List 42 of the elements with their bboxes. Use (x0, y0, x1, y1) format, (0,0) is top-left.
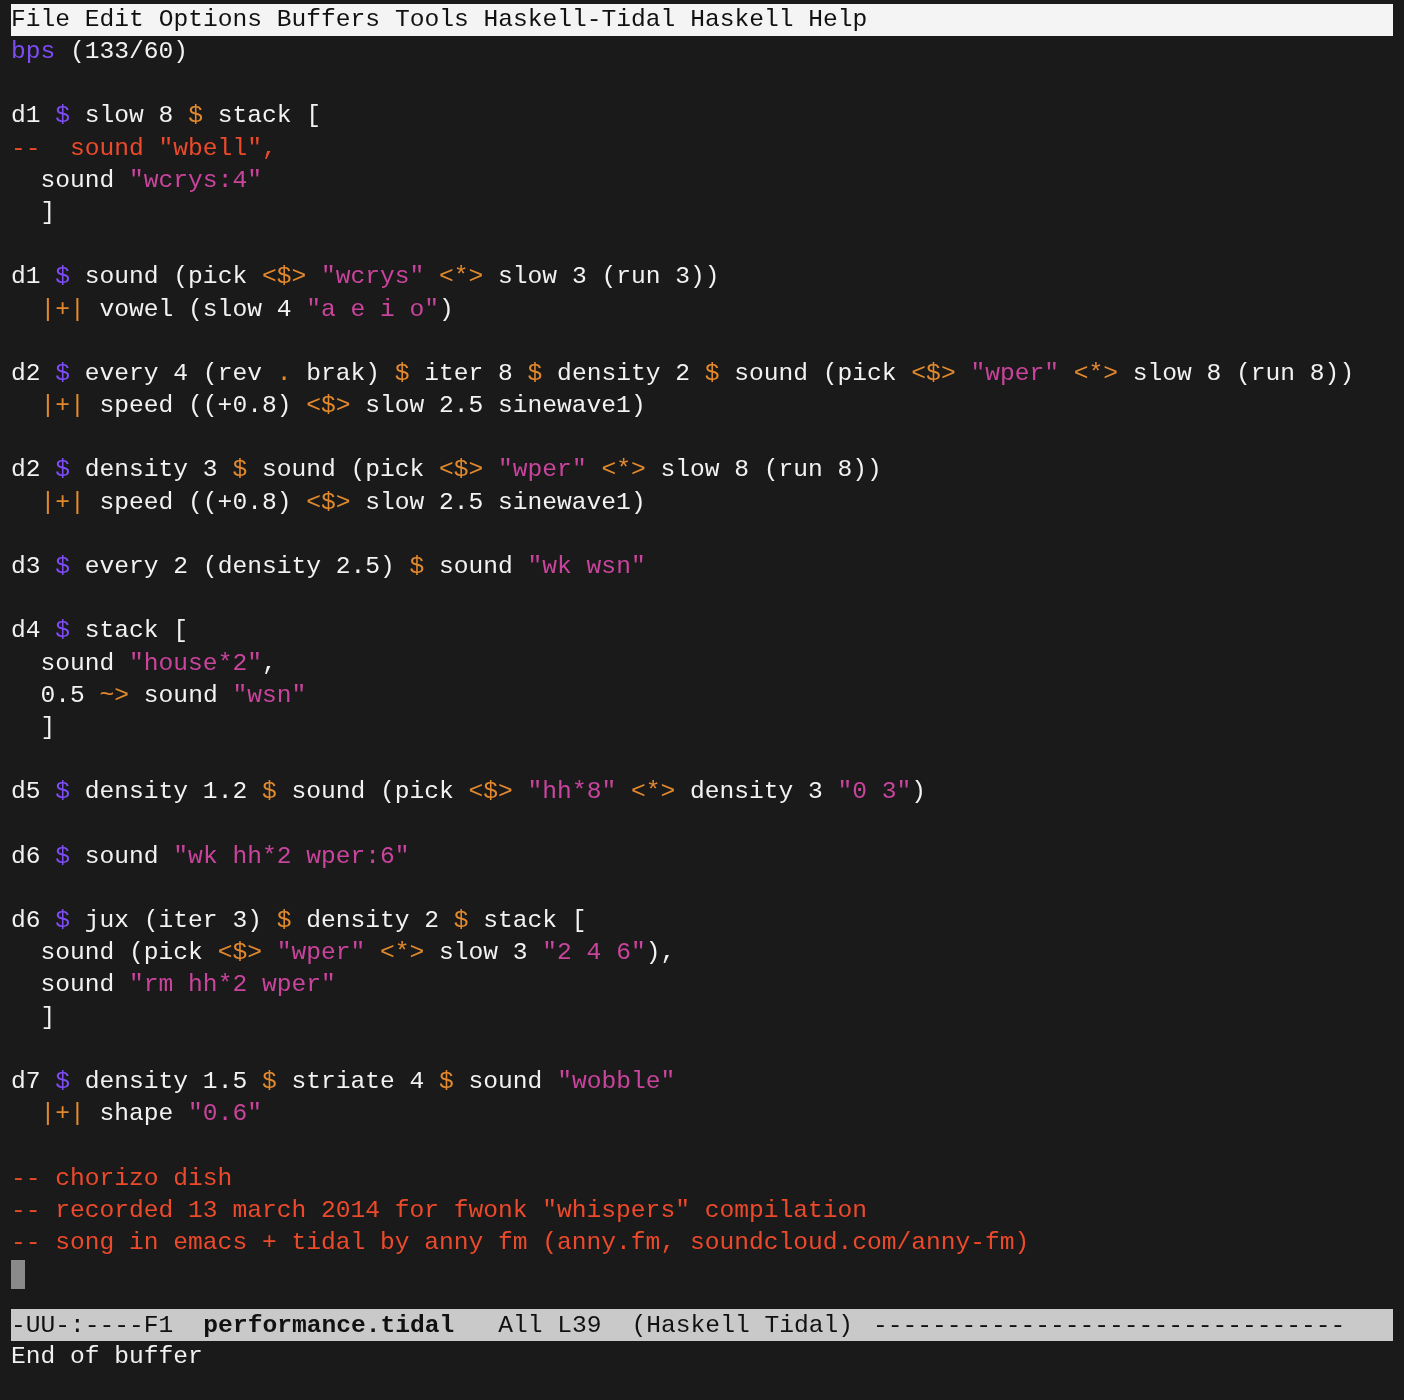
echo-message: End of buffer (11, 1343, 203, 1370)
code-line: d7 $ density 1.5 $ striate 4 $ sound "wobble" (11, 1068, 676, 1095)
code-line: d5 $ density 1.2 $ sound (pick <$> "hh*8" <*> density 3 "0 3") (11, 778, 927, 806)
menu-item[interactable]: Edit (84, 5, 144, 35)
code-line: -- song in emacs + tidal by anny fm (anny.fm, soundcloud.com/anny-fm) (11, 1228, 1030, 1256)
code-line: |+| vowel (slow 4 "a e i o") (39, 295, 454, 323)
code-line: -- recorded 13 march 2014 for fwonk "whispers" compilation (11, 1196, 867, 1224)
menu-item[interactable]: Buffers (276, 5, 381, 35)
code-line: sound "house*2", (39, 649, 277, 677)
menu-item[interactable]: Help (808, 5, 868, 35)
menu-item[interactable]: Haskell (690, 5, 794, 35)
code-line: -- sound "wbell", (11, 134, 277, 162)
cursor-position: All L39 (498, 1311, 602, 1339)
text-cursor (11, 1260, 25, 1290)
major-mode: (Haskell Tidal) (631, 1311, 853, 1339)
code-line: d2 $ every 4 (rev . brak) $ iter 8 $ density 2 $ sound (pick <$> "wper" <*> slow 8 (run 8)) (11, 359, 1355, 387)
menu-item[interactable]: Haskell-Tidal (483, 5, 676, 35)
code-line: ] (39, 198, 56, 226)
code-line: d6 $ jux (iter 3) $ density 2 $ stack [ (11, 907, 587, 935)
code-line: ] (39, 713, 56, 741)
code-line: |+| speed ((+0.8) <$> slow 2.5 sinewave1) (39, 392, 646, 420)
code-line: sound "wcrys:4" (39, 166, 262, 194)
code-line: d1 $ slow 8 $ stack [ (11, 102, 321, 130)
menu-item[interactable]: File (11, 5, 71, 35)
code-line: ] (39, 1003, 56, 1031)
code-line: bps (133/60) (11, 38, 189, 65)
code-line: d4 $ stack [ (11, 617, 189, 645)
code-line: d6 $ sound "wk hh*2 wper:6" (11, 842, 410, 870)
code-line: |+| shape "0.6" (39, 1100, 262, 1128)
code-line: d2 $ density 3 $ sound (pick <$> "wper" <*> slow 8 (run 8)) (11, 456, 882, 484)
buffer-name: performance.tidal (203, 1311, 455, 1339)
menu-item[interactable]: Tools (394, 5, 469, 35)
code-line: d3 $ every 2 (density 2.5) $ sound "wk wsn" (11, 553, 646, 580)
code-line: 0.5 ~> sound "wsn" (39, 681, 307, 709)
code-line: d1 $ sound (pick <$> "wcrys" <*> slow 3 (run 3)) (11, 263, 720, 291)
code-line: -- chorizo dish (11, 1164, 233, 1192)
buffer-status: -UU-:----F1 (11, 1311, 174, 1339)
code-line: sound (pick <$> "wper" <*> slow 3 "2 4 6"), (39, 939, 676, 967)
menu-item[interactable]: Options (158, 5, 262, 35)
mode-line-fill: -------------------------------- (872, 1311, 1346, 1339)
code-line: |+| speed ((+0.8) <$> slow 2.5 sinewave1) (39, 488, 646, 516)
code-line: sound "rm hh*2 wper" (39, 971, 336, 999)
